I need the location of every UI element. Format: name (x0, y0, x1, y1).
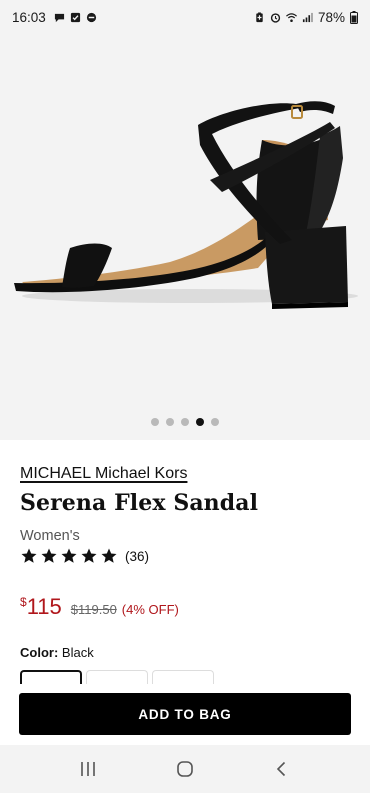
do-not-disturb-icon (86, 12, 96, 22)
currency-symbol: $ (20, 595, 27, 609)
status-bar: 16:03 78% (0, 0, 370, 34)
status-time: 16:03 (12, 9, 46, 25)
original-price: $119.50 (70, 602, 117, 617)
brand-link[interactable]: MICHAEL Michael Kors (20, 465, 187, 483)
price-row: $ 115 $119.50 (4% OFF) (20, 594, 179, 620)
star-icon (61, 548, 77, 563)
home-button[interactable] (165, 749, 205, 789)
discount-badge: (4% OFF) (121, 602, 179, 617)
pagination-dot-active[interactable] (196, 418, 204, 426)
recent-apps-button[interactable] (68, 749, 108, 789)
image-pagination (0, 418, 370, 426)
back-button[interactable] (262, 749, 302, 789)
rating[interactable]: (36) (20, 547, 149, 565)
pagination-dot[interactable] (181, 418, 189, 426)
star-icon (81, 548, 97, 563)
system-nav-bar (0, 745, 370, 793)
product-image-gallery[interactable] (0, 34, 370, 440)
home-icon (177, 761, 193, 777)
product-image (14, 101, 358, 309)
battery-icon (350, 10, 358, 24)
add-to-bag-button[interactable]: ADD TO BAG (19, 693, 351, 735)
back-icon (276, 761, 285, 777)
star-icon (101, 548, 117, 563)
review-count[interactable]: (36) (125, 549, 149, 564)
color-swatch[interactable] (86, 670, 148, 684)
pagination-dot[interactable] (211, 418, 219, 426)
battery-level: 78% (317, 9, 345, 25)
star-icon (21, 548, 37, 563)
pagination-dot[interactable] (151, 418, 159, 426)
checkbox-icon (70, 12, 80, 22)
recent-apps-icon (81, 762, 96, 776)
pagination-dot[interactable] (166, 418, 174, 426)
star-icon (41, 548, 57, 563)
color-swatch[interactable] (152, 670, 214, 684)
color-value: Black (61, 645, 94, 660)
sale-price: 115 (26, 594, 62, 619)
wifi-icon (286, 12, 297, 22)
chat-bubble-icon (54, 13, 64, 22)
alarm-icon (270, 12, 281, 23)
product-title: Serena Flex Sandal (20, 490, 259, 516)
color-label: Color: (20, 645, 59, 660)
color-swatches (20, 670, 214, 684)
color-swatch-selected[interactable] (20, 670, 82, 684)
signal-icon (302, 12, 313, 22)
color-selector-label: Color: Black (20, 645, 94, 660)
product-gender: Women's (20, 528, 80, 544)
battery-saver-icon (256, 11, 263, 22)
